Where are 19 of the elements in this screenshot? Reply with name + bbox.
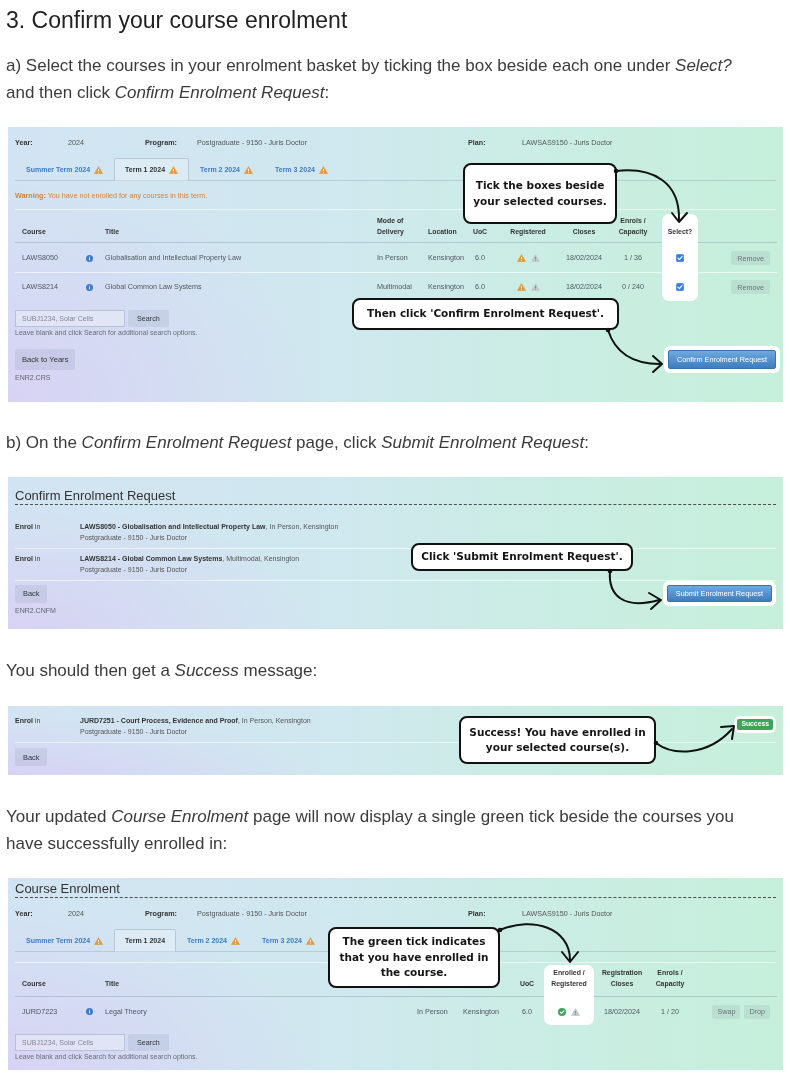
checkbox[interactable] bbox=[676, 283, 684, 291]
curved-arrow bbox=[607, 568, 662, 610]
callout: Click 'Submit Enrolment Request'. bbox=[411, 543, 633, 571]
instruction-text: a) Select the courses in your enrolment basket by ticking the box beside each one under Select? and then click Confirm Enrolment Request: bbox=[6, 55, 733, 104]
info-icon[interactable] bbox=[85, 254, 93, 262]
info-icon[interactable] bbox=[85, 1008, 93, 1015]
callout: The green tick indicates that you have enrolled in the course. bbox=[328, 927, 500, 988]
curved-arrow bbox=[605, 327, 663, 373]
instruction-text: Your updated Course Enrolment page will now display a single green tick beside the courses you have successfully enrolled in: bbox=[6, 806, 735, 855]
callout: Tick the boxes beside your selected courses. bbox=[463, 163, 617, 224]
section-heading: Confirm Enrolment Request bbox=[15, 488, 776, 505]
callout: Then click 'Confirm Enrolment Request'. bbox=[352, 298, 619, 330]
info-icon[interactable] bbox=[85, 283, 93, 291]
callout: Success! You have enrolled in your selected course(s). bbox=[459, 716, 656, 764]
checkbox[interactable] bbox=[676, 254, 684, 262]
page-heading: 3. Confirm your course enrolment bbox=[6, 6, 348, 34]
instruction-text: b) On the Confirm Enrolment Request page, click Submit Enrolment Request: bbox=[6, 432, 591, 454]
section-heading: Course Enrolment bbox=[15, 881, 776, 898]
instruction-text: You should then get a Success message: bbox=[6, 660, 319, 682]
